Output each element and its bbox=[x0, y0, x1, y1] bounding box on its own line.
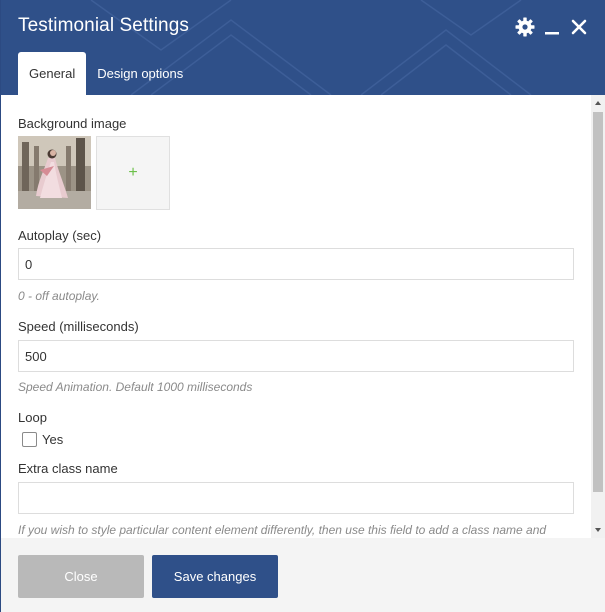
background-image-label: Background image bbox=[18, 116, 127, 131]
extra-class-input[interactable] bbox=[18, 482, 574, 514]
modal-footer: Close Save changes bbox=[1, 538, 605, 612]
tab-design-options[interactable]: Design options bbox=[86, 52, 194, 95]
extra-class-help: If you wish to style particular content … bbox=[18, 523, 547, 537]
speed-help: Speed Animation. Default 1000 millisecon… bbox=[18, 380, 253, 394]
autoplay-help: 0 - off autoplay. bbox=[18, 289, 100, 303]
loop-option-label[interactable]: Yes bbox=[42, 432, 63, 447]
autoplay-input[interactable] bbox=[18, 248, 574, 280]
testimonial-settings-modal: Testimonial Settings General Design opti… bbox=[0, 0, 605, 612]
save-changes-button[interactable]: Save changes bbox=[152, 555, 278, 598]
close-icon[interactable] bbox=[568, 16, 590, 38]
scroll-down-arrow-icon[interactable] bbox=[595, 528, 601, 532]
speed-label: Speed (milliseconds) bbox=[18, 319, 139, 334]
gear-icon[interactable] bbox=[514, 16, 536, 38]
minimize-icon[interactable] bbox=[541, 16, 563, 38]
speed-input[interactable] bbox=[18, 340, 574, 372]
loop-checkbox[interactable] bbox=[22, 432, 37, 447]
add-image-button[interactable]: + bbox=[96, 136, 170, 210]
autoplay-label: Autoplay (sec) bbox=[18, 228, 102, 243]
loop-label: Loop bbox=[18, 410, 47, 425]
scrollbar-thumb[interactable] bbox=[593, 112, 603, 492]
vertical-scrollbar[interactable] bbox=[591, 95, 605, 538]
tab-bar: General Design options bbox=[18, 52, 194, 95]
close-button[interactable]: Close bbox=[18, 555, 144, 598]
modal-title: Testimonial Settings bbox=[18, 15, 189, 36]
extra-class-label: Extra class name bbox=[18, 461, 118, 476]
settings-panel: Background image + Autoplay (sec) 0 - of… bbox=[1, 95, 605, 538]
tab-general[interactable]: General bbox=[18, 52, 87, 95]
modal-header: Testimonial Settings General Design opti… bbox=[1, 0, 605, 95]
scroll-up-arrow-icon[interactable] bbox=[595, 101, 601, 105]
background-image-thumbnail[interactable] bbox=[18, 136, 91, 209]
